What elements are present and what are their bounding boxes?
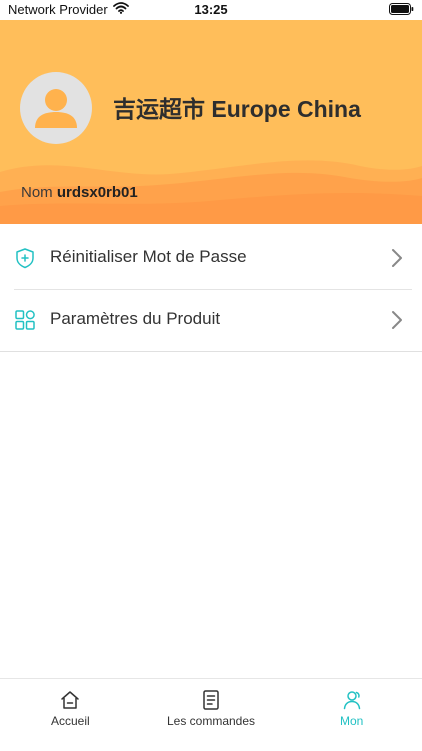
user-silhouette-icon [35,89,77,128]
user-icon [341,689,363,711]
settings-menu: Réinitialiser Mot de Passe Paramètres du… [0,228,422,352]
grid-apps-icon [14,309,36,331]
tab-mon[interactable]: Mon [281,679,422,751]
status-bar: Network Provider 13:25 [0,0,422,20]
home-icon [59,689,81,711]
battery-icon [389,3,414,18]
shield-plus-icon [14,247,36,269]
username-line: Nom urdsx0rb01 [21,184,138,201]
chevron-right-icon [390,247,404,269]
avatar[interactable] [20,72,92,144]
profile-header: 吉运超市 Europe China Nom urdsx0rb01 [0,20,422,224]
tab-label: Mon [340,714,364,728]
menu-item-product-settings[interactable]: Paramètres du Produit [0,290,422,351]
username-label: Nom [21,184,53,201]
menu-item-label: Paramètres du Produit [50,309,221,328]
tab-label: Accueil [50,714,90,728]
divider [0,351,422,352]
chevron-right-icon [390,309,404,331]
status-time: 13:25 [194,2,228,17]
username-value: urdsx0rb01 [56,184,138,201]
tab-label: Les commandes [166,714,256,728]
menu-item-reset-password[interactable]: Réinitialiser Mot de Passe [0,228,422,289]
tab-accueil[interactable]: Accueil [0,679,141,751]
tab-bar: Accueil Les commandes Mon [0,678,422,751]
document-icon [200,689,222,711]
store-name: 吉运超市 Europe China [113,96,361,122]
tab-les-commandes[interactable]: Les commandes [141,679,282,751]
menu-item-label: Réinitialiser Mot de Passe [50,247,247,266]
